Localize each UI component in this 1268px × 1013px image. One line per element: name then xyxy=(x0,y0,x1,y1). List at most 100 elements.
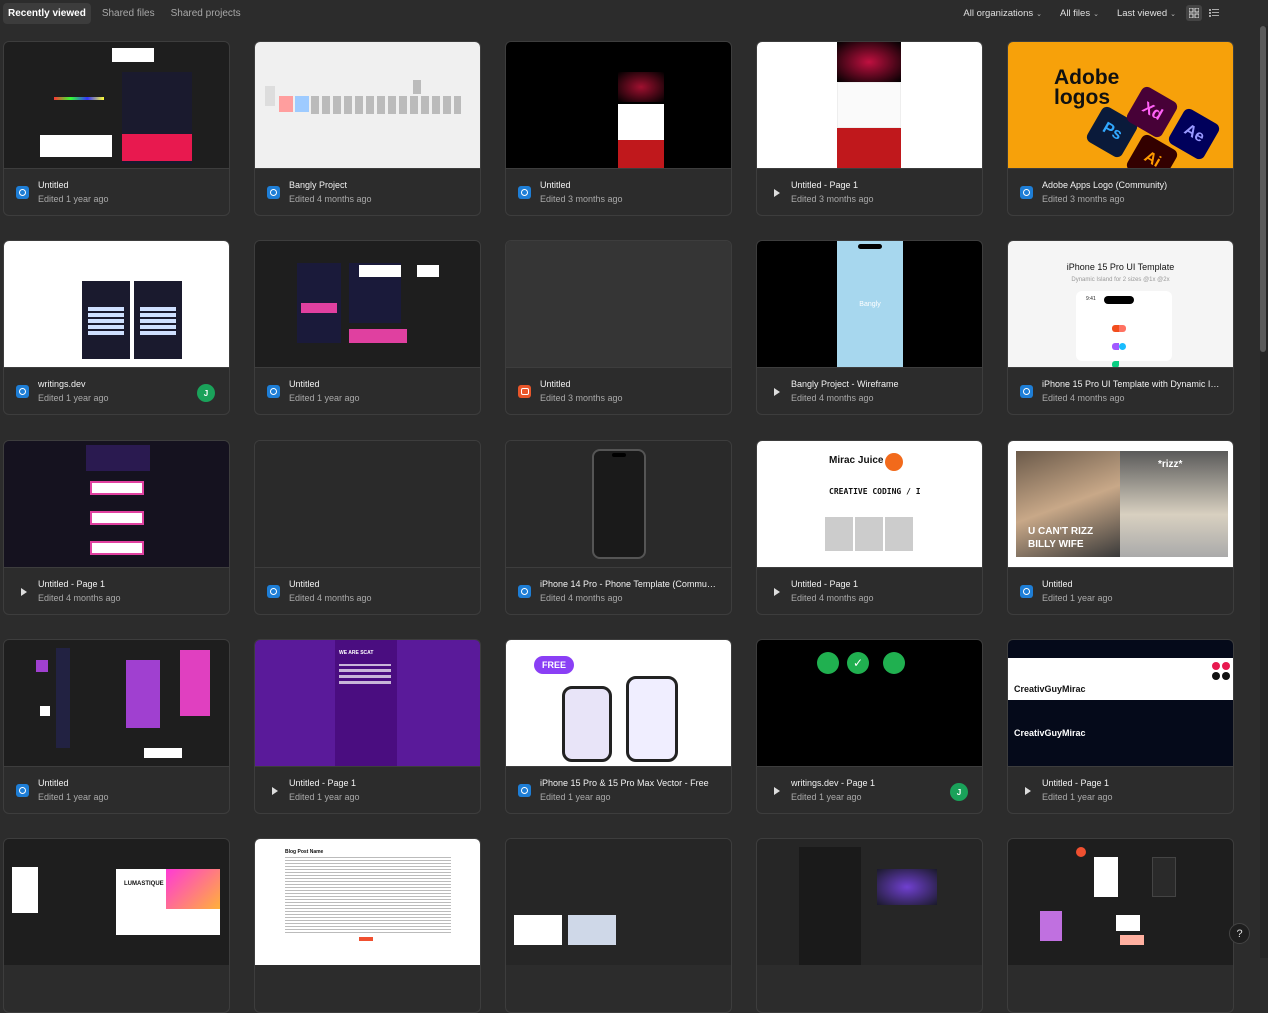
file-card[interactable] xyxy=(505,838,732,1013)
file-card[interactable]: Untitled Edited 1 year ago xyxy=(3,639,230,814)
file-edited-date: Edited 1 year ago xyxy=(289,792,360,802)
file-card[interactable]: writings.dev Edited 1 year ago J xyxy=(3,240,230,415)
file-card[interactable]: Untitled Edited 1 year ago xyxy=(254,240,481,415)
file-card[interactable]: iPhone 15 Pro UI Template Dynamic Island… xyxy=(1007,240,1234,415)
file-card[interactable]: Bangly Bangly Project - Wireframe Edited … xyxy=(756,240,983,415)
adobe-title-line2: logos xyxy=(1054,86,1110,109)
design-file-icon xyxy=(16,385,29,398)
design-file-icon xyxy=(1020,186,1033,199)
file-card[interactable]: CreativGuyMirac CreativGuyMirac Untitled… xyxy=(1007,639,1234,814)
file-card[interactable]: *rizz* U CAN'T RIZZ BILLY WIFE Untitled E… xyxy=(1007,440,1234,615)
file-card[interactable]: Untitled Edited 3 months ago xyxy=(505,240,732,415)
file-meta: Untitled Edited 1 year ago xyxy=(4,168,229,215)
file-thumbnail xyxy=(506,839,731,965)
design-file-icon xyxy=(16,784,29,797)
grid-view-icon xyxy=(1189,8,1199,18)
design-file-icon xyxy=(518,784,531,797)
file-card[interactable]: iPhone 14 Pro - Phone Template (Communit… xyxy=(505,440,732,615)
file-edited-date: Edited 1 year ago xyxy=(540,792,611,802)
file-meta: Untitled - Page 1 Edited 4 months ago xyxy=(4,567,229,614)
file-thumbnail: *rizz* U CAN'T RIZZ BILLY WIFE xyxy=(1008,441,1233,567)
file-title: Untitled - Page 1 xyxy=(289,778,357,788)
file-meta: Untitled - Page 1 Edited 1 year ago xyxy=(255,766,480,813)
file-card[interactable]: Blog Post Name xyxy=(254,838,481,1013)
file-thumbnail: WE ARE SCAT xyxy=(255,640,480,766)
organizations-dropdown[interactable]: All organizations ⌄ xyxy=(963,8,1042,19)
file-thumbnail xyxy=(255,241,480,367)
file-edited-date: Edited 4 months ago xyxy=(289,194,372,204)
file-card[interactable]: Untitled Edited 3 months ago xyxy=(505,41,732,216)
file-meta: Untitled - Page 1 Edited 1 year ago xyxy=(1008,766,1233,813)
file-title: writings.dev xyxy=(38,379,86,389)
file-thumbnail: iPhone 15 Pro UI Template Dynamic Island… xyxy=(1008,241,1233,367)
play-icon xyxy=(769,585,782,598)
file-title: Bangly Project - Wireframe xyxy=(791,379,899,389)
file-thumbnail xyxy=(4,640,229,766)
file-edited-date: Edited 1 year ago xyxy=(1042,593,1113,603)
avatar[interactable]: J xyxy=(197,384,215,402)
file-edited-date: Edited 1 year ago xyxy=(791,792,862,802)
file-edited-date: Edited 3 months ago xyxy=(1042,194,1125,204)
file-title: Untitled - Page 1 xyxy=(791,579,859,589)
file-card[interactable]: Untitled - Page 1 Edited 4 months ago xyxy=(3,440,230,615)
chevron-down-icon: ⌄ xyxy=(1170,10,1176,18)
file-card[interactable]: FREE iPhone 15 Pro & 15 Pro Max Vector -… xyxy=(505,639,732,814)
file-card[interactable]: Bangly Project Edited 4 months ago xyxy=(254,41,481,216)
file-title: Untitled xyxy=(289,579,320,589)
play-icon xyxy=(769,186,782,199)
design-file-icon xyxy=(16,186,29,199)
file-title: writings.dev - Page 1 xyxy=(791,778,876,788)
files-dropdown[interactable]: All files ⌄ xyxy=(1060,8,1099,19)
scrollbar-thumb[interactable] xyxy=(1260,26,1266,352)
file-card[interactable] xyxy=(1007,838,1234,1013)
file-card[interactable]: Untitled - Page 1 Edited 3 months ago xyxy=(756,41,983,216)
file-meta: Untitled - Page 1 Edited 4 months ago xyxy=(757,567,982,614)
tab-shared-projects[interactable]: Shared projects xyxy=(166,3,246,24)
file-card[interactable] xyxy=(756,838,983,1013)
file-meta: Bangly Project Edited 4 months ago xyxy=(255,168,480,215)
play-icon xyxy=(769,385,782,398)
sort-dropdown[interactable]: Last viewed ⌄ xyxy=(1117,8,1176,19)
file-card[interactable]: Adobe logos Ps Xd Ae Ai Adobe Apps Logo … xyxy=(1007,41,1234,216)
file-card[interactable]: Mirac Juice CREATIVE CODING / I Untitled… xyxy=(756,440,983,615)
file-thumbnail: Mirac Juice CREATIVE CODING / I xyxy=(757,441,982,567)
avatar[interactable]: J xyxy=(950,783,968,801)
file-edited-date: Edited 4 months ago xyxy=(791,593,874,603)
chevron-down-icon: ⌄ xyxy=(1036,10,1042,18)
file-meta: Untitled Edited 4 months ago xyxy=(255,567,480,614)
file-title: iPhone 15 Pro & 15 Pro Max Vector - Free xyxy=(540,778,709,788)
file-title: Untitled xyxy=(1042,579,1073,589)
file-edited-date: Edited 3 months ago xyxy=(540,194,623,204)
list-view-icon xyxy=(1209,9,1219,17)
file-thumbnail xyxy=(4,441,229,567)
list-view-button[interactable] xyxy=(1206,5,1222,21)
file-title: Untitled xyxy=(38,778,69,788)
figjam-file-icon xyxy=(518,385,531,398)
file-title: Untitled xyxy=(540,180,571,190)
file-meta: Untitled Edited 3 months ago xyxy=(506,168,731,215)
tab-recently-viewed[interactable]: Recently viewed xyxy=(3,2,91,24)
organizations-label: All organizations xyxy=(963,7,1034,19)
file-thumbnail: CreativGuyMirac CreativGuyMirac xyxy=(1008,640,1233,766)
file-edited-date: Edited 4 months ago xyxy=(289,593,372,603)
files-label: All files xyxy=(1059,7,1091,19)
tab-shared-files[interactable]: Shared files xyxy=(97,3,160,24)
file-meta: Adobe Apps Logo (Community) Edited 3 mont… xyxy=(1008,168,1233,215)
file-title: Adobe Apps Logo (Community) xyxy=(1042,180,1168,190)
file-card[interactable]: LUMASTIQUE xyxy=(3,838,230,1013)
file-title: Bangly Project xyxy=(289,180,348,190)
file-card[interactable]: WE ARE SCAT Untitled - Page 1 Edited 1 ye… xyxy=(254,639,481,814)
help-button[interactable]: ? xyxy=(1229,923,1250,944)
file-meta: writings.dev Edited 1 year ago J xyxy=(4,367,229,414)
design-file-icon xyxy=(267,186,280,199)
file-thumbnail: FREE xyxy=(506,640,731,766)
file-card[interactable]: ✓ writings.dev - Page 1 Edited 1 year ago… xyxy=(756,639,983,814)
file-card[interactable]: Untitled Edited 4 months ago xyxy=(254,440,481,615)
file-thumbnail xyxy=(4,241,229,367)
file-meta: Untitled Edited 1 year ago xyxy=(255,367,480,414)
grid-view-button[interactable] xyxy=(1186,5,1202,21)
file-meta: Bangly Project - Wireframe Edited 4 month… xyxy=(757,367,982,414)
file-edited-date: Edited 4 months ago xyxy=(38,593,121,603)
file-card[interactable]: Untitled Edited 1 year ago xyxy=(3,41,230,216)
file-title: iPhone 14 Pro - Phone Template (Communit… xyxy=(540,579,718,589)
